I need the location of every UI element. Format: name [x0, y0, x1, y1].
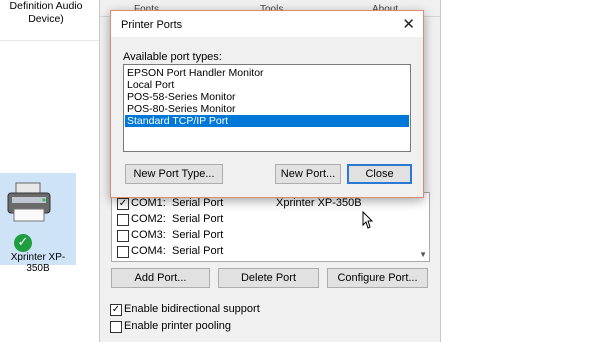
new-port-type-button[interactable]: New Port Type... [125, 164, 223, 184]
device-label: Xprinter XP-350B [10, 252, 66, 274]
port-row[interactable]: COM3: Serial Port [112, 228, 412, 243]
port-name: COM1: [131, 197, 166, 209]
port-description: Serial Port [172, 245, 224, 257]
status-ok-icon: ✓ [14, 234, 32, 252]
port-row[interactable]: COM4: Serial Port [112, 244, 412, 259]
pooling-label: Enable printer pooling [124, 320, 232, 332]
printer-icon [7, 182, 51, 222]
add-port-button[interactable]: Add Port... [111, 268, 210, 288]
port-description: Serial Port [172, 197, 224, 209]
port-checkbox[interactable] [117, 246, 129, 258]
dialog-titlebar[interactable]: Printer Ports ✕ [111, 11, 423, 37]
port-type-item[interactable]: Local Port [125, 79, 409, 91]
port-type-item[interactable]: EPSON Port Handler Monitor [125, 67, 409, 79]
port-type-item[interactable]: POS-58-Series Monitor [125, 91, 409, 103]
delete-port-button[interactable]: Delete Port [218, 268, 319, 288]
port-description: Serial Port [172, 213, 224, 225]
port-printer: Xprinter XP-350B [276, 197, 362, 209]
close-icon[interactable]: ✕ [402, 15, 415, 33]
dialog-title: Printer Ports [121, 19, 183, 31]
scroll-down-icon[interactable]: ▼ [419, 250, 427, 259]
ports-list[interactable]: ✓ COM1: Serial Port Xprinter XP-350B COM… [111, 192, 430, 262]
printer-ports-dialog: Printer Ports ✕ Available port types: EP… [110, 10, 424, 198]
configure-port-button[interactable]: Configure Port... [327, 268, 428, 288]
port-row[interactable]: ✓ COM1: Serial Port Xprinter XP-350B [112, 196, 412, 211]
port-type-item[interactable]: POS-80-Series Monitor [125, 103, 409, 115]
new-port-button[interactable]: New Port... [275, 164, 341, 184]
port-name: COM3: [131, 229, 166, 241]
port-checkbox[interactable] [117, 214, 129, 226]
bidirectional-checkbox[interactable]: ✓ [110, 304, 122, 316]
port-description: Serial Port [172, 229, 224, 241]
port-name: COM2: [131, 213, 166, 225]
port-name: COM4: [131, 245, 166, 257]
port-types-list[interactable]: EPSON Port Handler Monitor Local Port PO… [123, 64, 411, 152]
port-type-item-selected[interactable]: Standard TCP/IP Port [125, 115, 409, 127]
bidirectional-label: Enable bidirectional support [124, 303, 260, 315]
divider [0, 40, 100, 41]
port-checkbox[interactable] [117, 230, 129, 242]
close-button[interactable]: Close [347, 164, 412, 184]
port-checkbox[interactable]: ✓ [117, 198, 129, 210]
device-title: Definition Audio Device) [9, 0, 83, 25]
pooling-checkbox[interactable] [110, 321, 122, 333]
port-types-label: Available port types: [123, 51, 222, 63]
mouse-cursor-icon [362, 211, 374, 229]
